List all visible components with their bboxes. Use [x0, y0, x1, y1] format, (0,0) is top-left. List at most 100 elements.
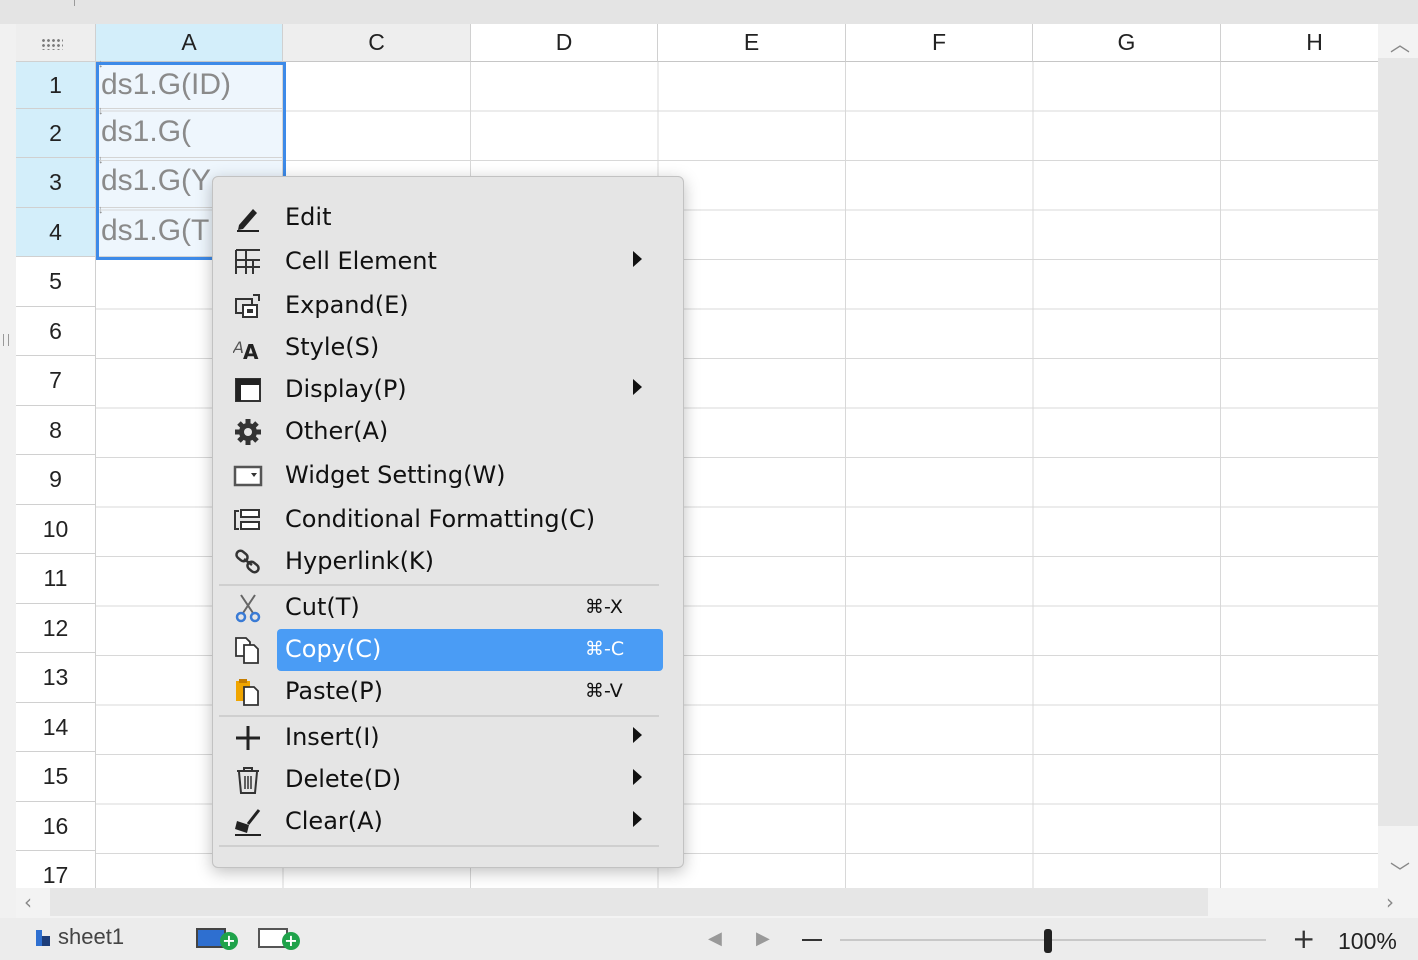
- menu-item-label: Display(P): [285, 375, 407, 403]
- row-header-1[interactable]: 1: [16, 62, 96, 109]
- menu-item-label: Cell Element: [285, 247, 437, 275]
- top-bar: [0, 0, 1418, 24]
- zoom-in-button[interactable]: +: [1292, 922, 1315, 955]
- menu-item-paste[interactable]: Paste(P) ⌘-V: [217, 671, 679, 713]
- row-header-14[interactable]: 14: [16, 703, 96, 752]
- column-header-f[interactable]: F: [846, 24, 1033, 62]
- pencil-icon: [237, 209, 259, 232]
- menu-item-conditional-formatting[interactable]: Conditional Formatting(C): [217, 499, 679, 541]
- menu-item-label: Delete(D): [285, 765, 402, 793]
- vertical-scrollbar[interactable]: ︿ ﹀: [1378, 24, 1418, 888]
- row-header-10[interactable]: 10: [16, 505, 96, 554]
- row-header-17[interactable]: 17: [16, 851, 96, 888]
- row-header-15[interactable]: 15: [16, 752, 96, 802]
- menu-separator: [219, 845, 659, 847]
- row-header-5[interactable]: 5: [16, 257, 96, 307]
- menu-item-label: Style(S): [285, 333, 380, 361]
- row-header-6[interactable]: 6: [16, 307, 96, 356]
- paste-icon: [236, 679, 259, 706]
- menu-item-label: Expand(E): [285, 291, 409, 319]
- scroll-down-icon[interactable]: ﹀: [1390, 856, 1410, 885]
- row-header-7[interactable]: 7: [16, 356, 96, 406]
- plus-icon: +: [220, 932, 238, 950]
- menu-item-insert[interactable]: Insert(I): [217, 717, 679, 759]
- select-all-corner[interactable]: [16, 24, 96, 62]
- menu-item-label: Insert(I): [285, 723, 380, 751]
- trash-icon: [237, 767, 259, 794]
- menu-item-label: Copy(C): [285, 635, 382, 663]
- scroll-up-icon[interactable]: ︿: [1390, 28, 1410, 57]
- row-header-4[interactable]: 4: [16, 208, 96, 257]
- vertical-scroll-track[interactable]: [1378, 58, 1418, 826]
- zoom-slider-thumb[interactable]: [1044, 929, 1052, 953]
- conditional-icon: [234, 509, 260, 530]
- menu-item-shortcut: ⌘-C: [585, 638, 625, 660]
- menu-item-widget-setting[interactable]: Widget Setting(W): [217, 455, 679, 497]
- menu-item-other[interactable]: Other(A): [217, 411, 679, 453]
- menu-item-label: Other(A): [285, 417, 389, 445]
- scroll-left-icon[interactable]: ‹: [24, 890, 32, 914]
- menu-separator: [219, 584, 659, 586]
- next-sheet-icon[interactable]: ▶: [756, 928, 770, 949]
- menu-item-clear[interactable]: Clear(A): [217, 801, 679, 843]
- widget-icon: [233, 465, 263, 487]
- menu-item-shortcut: ⌘-V: [585, 680, 623, 702]
- menu-item-label: Paste(P): [285, 677, 383, 705]
- menu-item-display[interactable]: Display(P): [217, 369, 679, 411]
- resize-grip[interactable]: [3, 334, 9, 346]
- add-report-button[interactable]: +: [258, 926, 302, 950]
- menu-item-cut[interactable]: Cut(T) ⌘-X: [217, 587, 679, 629]
- gear-icon: [235, 419, 261, 445]
- menu-item-copy[interactable]: Copy(C) ⌘-C: [217, 629, 679, 671]
- row-header-3[interactable]: 3: [16, 158, 96, 208]
- grid-icon: [235, 249, 260, 274]
- plus-icon: [236, 726, 260, 750]
- left-gutter: [0, 24, 16, 960]
- column-header-c[interactable]: C: [283, 24, 471, 62]
- column-header-e[interactable]: E: [658, 24, 846, 62]
- grid-dots-icon: [41, 38, 63, 50]
- style-icon: AA: [233, 338, 259, 363]
- submenu-arrow-icon: [633, 379, 642, 395]
- menu-item-delete[interactable]: Delete(D): [217, 759, 679, 801]
- menu-item-label: Conditional Formatting(C): [285, 505, 596, 533]
- sheet-tab[interactable]: sheet1: [36, 924, 124, 950]
- column-header-h[interactable]: H: [1221, 24, 1378, 62]
- scroll-right-icon[interactable]: ›: [1386, 890, 1394, 914]
- row-header-16[interactable]: 16: [16, 802, 96, 851]
- add-sheet-button[interactable]: +: [196, 926, 240, 950]
- svg-text:A: A: [243, 340, 259, 363]
- zoom-out-button[interactable]: [802, 939, 822, 941]
- submenu-arrow-icon: [633, 727, 642, 743]
- sheet-tab-label: sheet1: [58, 924, 125, 949]
- menu-item-label: Edit: [285, 203, 332, 231]
- submenu-arrow-icon: [633, 251, 642, 267]
- menu-item-label: Hyperlink(K): [285, 547, 435, 575]
- row-header-11[interactable]: 11: [16, 554, 96, 604]
- column-header-g[interactable]: G: [1033, 24, 1221, 62]
- row-header-9[interactable]: 9: [16, 455, 96, 505]
- menu-item-expand[interactable]: Expand(E): [217, 285, 679, 327]
- menu-item-label: Clear(A): [285, 807, 383, 835]
- horizontal-scrollbar[interactable]: ‹ ›: [16, 888, 1418, 918]
- row-header-2[interactable]: 2: [16, 109, 96, 158]
- expand-icon: [235, 294, 260, 318]
- column-header-a[interactable]: A: [96, 24, 283, 62]
- prev-sheet-icon[interactable]: ◀: [708, 928, 722, 949]
- row-header-8[interactable]: 8: [16, 406, 96, 455]
- plus-icon: +: [282, 932, 300, 950]
- zoom-level: 100%: [1338, 928, 1397, 954]
- horizontal-scroll-thumb[interactable]: [50, 888, 1208, 916]
- row-header-13[interactable]: 13: [16, 653, 96, 703]
- display-icon: [235, 378, 261, 402]
- row-header-12[interactable]: 12: [16, 604, 96, 653]
- context-menu: Edit Cell Element Expand(E) AA Style(S) …: [212, 176, 684, 868]
- column-header-d[interactable]: D: [471, 24, 658, 62]
- menu-item-cell-element[interactable]: Cell Element: [217, 241, 679, 283]
- menu-item-shortcut: ⌘-X: [585, 596, 623, 618]
- menu-item-style[interactable]: AA Style(S): [217, 327, 679, 369]
- copy-icon: [235, 637, 259, 664]
- menu-item-edit[interactable]: Edit: [217, 197, 679, 239]
- menu-item-hyperlink[interactable]: Hyperlink(K): [217, 541, 679, 583]
- zoom-slider[interactable]: [840, 939, 1266, 941]
